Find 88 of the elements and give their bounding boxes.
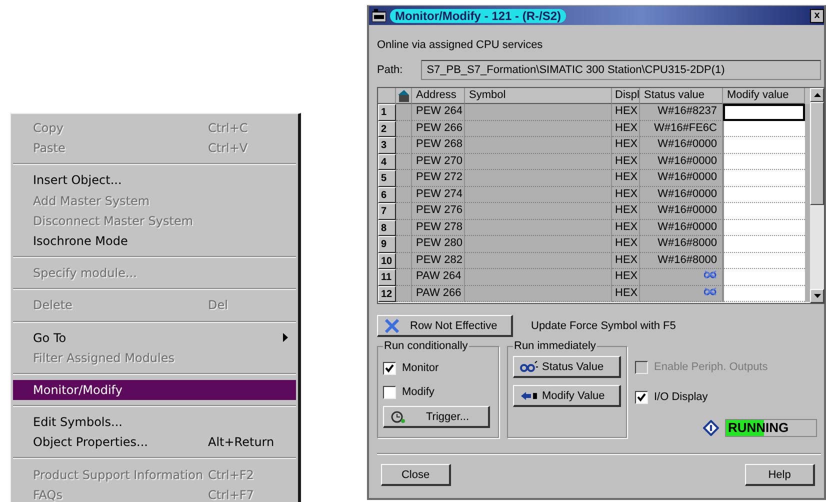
modify-value-field[interactable] (723, 269, 805, 286)
checkbox[interactable] (383, 362, 396, 374)
submenu-arrow-icon (283, 333, 288, 342)
path-label: Path: (377, 64, 403, 76)
modify-value-field[interactable] (723, 252, 805, 269)
row-number: 10 (378, 252, 396, 269)
crossed-glasses-icon (704, 286, 717, 296)
row-number: 7 (378, 203, 396, 220)
row-number: 8 (378, 220, 396, 236)
glasses-icon (520, 360, 538, 372)
menu-item[interactable]: Isochrone Mode (13, 230, 296, 252)
dialog-button[interactable]: Close (381, 464, 451, 486)
table-cell: W#16#8000 (658, 237, 717, 249)
modify-value-field[interactable] (723, 186, 805, 203)
arrow-icon (520, 390, 538, 402)
checkbox-label: Modify (402, 386, 434, 398)
modify-value-field[interactable] (723, 170, 805, 186)
modify-value-field[interactable] (723, 154, 805, 170)
action-button[interactable]: Modify Value (513, 385, 621, 407)
menu-item[interactable]: Monitor/Modify (13, 380, 296, 400)
table-row[interactable]: 9 PEW 280 HEX W#16#8000 (378, 236, 810, 252)
table-cell: HEX (612, 286, 640, 302)
dialog-button[interactable]: Help (745, 464, 815, 486)
checkbox[interactable] (383, 386, 396, 398)
table-row[interactable]: 1 PEW 264 HEX W#16#8237 (378, 104, 810, 120)
table-row[interactable]: 10 PEW 282 HEX W#16#8000 (378, 252, 810, 269)
action-button[interactable]: Status Value (513, 356, 621, 378)
crossed-glasses-icon (704, 270, 717, 279)
modify-value-field[interactable] (723, 236, 805, 252)
table-cell: W#16#0000 (658, 171, 717, 183)
menu-item[interactable]: Insert Object... (13, 170, 296, 191)
status-diamond-icon (703, 420, 719, 436)
modify-value-field[interactable] (723, 220, 805, 236)
group-title: Run immediately (513, 340, 597, 352)
table-cell: W#16#0000 (658, 188, 717, 200)
scroll-up-icon (814, 93, 820, 97)
checkbox[interactable] (635, 390, 648, 404)
menu-item[interactable]: Edit Symbols... (13, 412, 296, 432)
row-number: 2 (378, 120, 396, 137)
row-number: 11 (378, 269, 396, 286)
menu-item[interactable]: Go To (13, 328, 296, 348)
table-row[interactable]: 8 PEW 278 HEX W#16#0000 (378, 220, 810, 236)
row-number: 3 (378, 137, 396, 154)
path-field: S7_PB_S7_Formation\SIMATIC 300 Station\CPU315-2DP(1) (420, 60, 821, 80)
scroll-down-icon (814, 294, 820, 298)
table-row[interactable]: 7 PEW 276 HEX W#16#0000 (378, 203, 810, 220)
trigger-button[interactable]: Trigger... (383, 406, 490, 428)
table-cell: W#16#0000 (658, 138, 717, 150)
table-cell: W#16#FE6C (654, 122, 717, 134)
sort-icon (397, 89, 410, 102)
window-title: Monitor/Modify - 121 - (R-/S2) (390, 8, 566, 22)
modify-value-field[interactable] (723, 104, 805, 120)
force-hint-text: Update Force Symbol with F5 (531, 320, 676, 332)
modify-value-field[interactable] (723, 137, 805, 154)
table-row[interactable]: 3 PEW 268 HEX W#16#0000 (378, 137, 810, 154)
table-row[interactable]: 6 PEW 274 HEX W#16#0000 (378, 186, 810, 203)
row-number: 9 (378, 236, 396, 252)
table-row[interactable]: 5 PEW 272 HEX W#16#0000 (378, 170, 810, 186)
table-cell: W#16#0000 (658, 204, 717, 216)
row-number: 6 (378, 186, 396, 203)
table-row[interactable]: 2 PEW 266 HEX W#16#FE6C (378, 120, 810, 137)
table-cell: W#16#0000 (658, 220, 717, 232)
group-title: Run conditionally (383, 340, 469, 352)
row-number: 5 (378, 170, 396, 186)
table-row[interactable]: 12 PAW 266 HEX (378, 286, 810, 302)
checkbox-label: Enable Periph. Outputs (654, 361, 768, 373)
modify-value-field[interactable] (723, 203, 805, 220)
table-cell: W#16#8000 (658, 254, 717, 266)
row-not-effective-button[interactable]: Row Not Effective (377, 315, 513, 337)
checkbox-label: Monitor (402, 362, 439, 374)
menu-item[interactable]: Object Properties... Alt+Return (13, 432, 296, 452)
checkbox-label: I/O Display (654, 391, 708, 403)
modify-value-field[interactable] (723, 120, 805, 137)
table-row[interactable]: 4 PEW 270 HEX W#16#0000 (378, 154, 810, 170)
row-number: 4 (378, 154, 396, 170)
online-text: Online via assigned CPU services (377, 39, 544, 53)
app-icon (372, 9, 386, 22)
table-cell: PAW 266 (412, 286, 465, 302)
table-cell: W#16#0000 (658, 154, 717, 166)
row-number: 12 (378, 286, 396, 302)
modify-value-field[interactable] (723, 286, 805, 302)
row-number: 1 (378, 104, 396, 120)
cross-icon (384, 318, 400, 332)
scroll-bar[interactable] (810, 88, 824, 303)
title-close-button[interactable]: x (810, 8, 824, 22)
clock-icon (390, 410, 406, 424)
table-row[interactable]: 11 PAW 264 HEX (378, 269, 810, 286)
table-cell: W#16#8237 (658, 105, 717, 117)
